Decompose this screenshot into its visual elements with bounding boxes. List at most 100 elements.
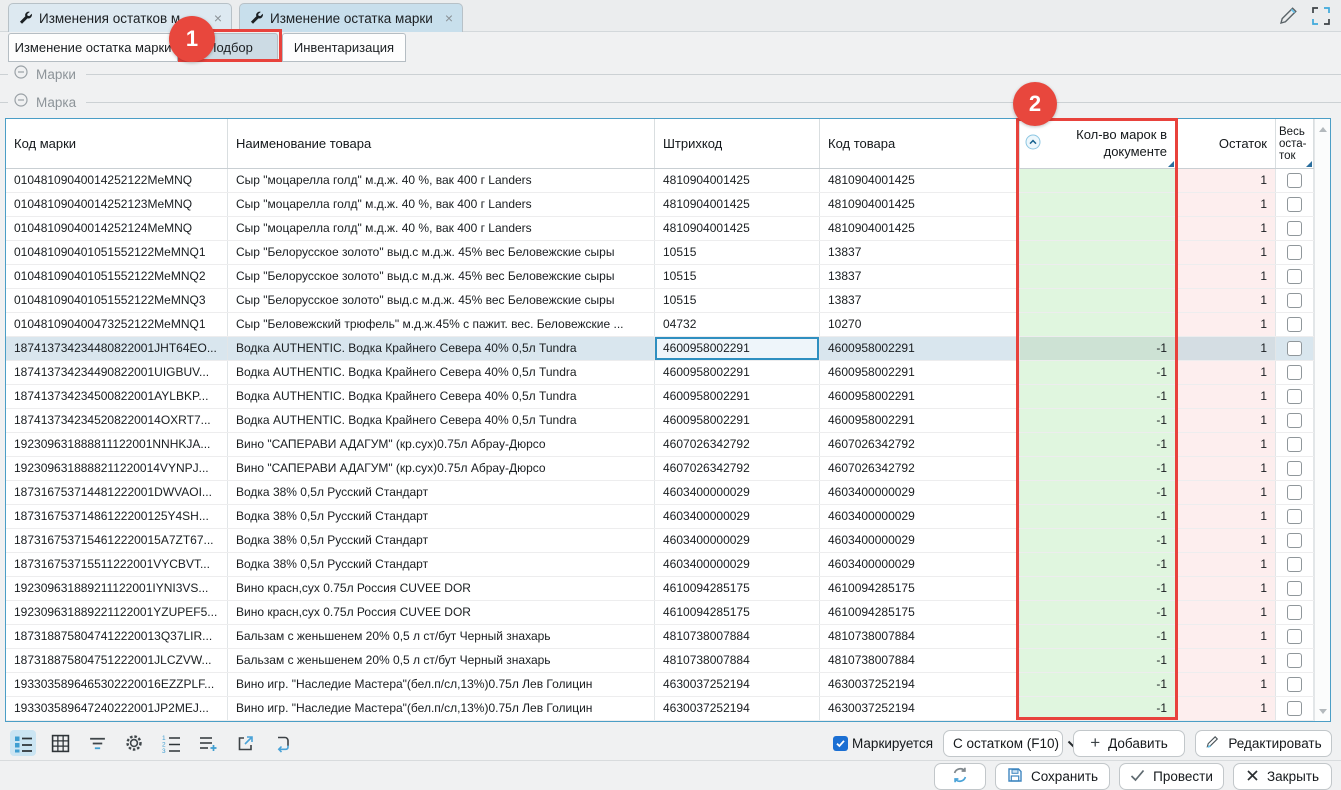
whole-balance-checkbox[interactable] <box>1287 221 1302 236</box>
cell-product-name[interactable]: Водка AUTHENTIC. Водка Крайнего Севера 4… <box>228 385 655 408</box>
cell-product-code[interactable]: 4630037252194 <box>820 673 1020 696</box>
cell-barcode[interactable]: 10515 <box>655 289 820 312</box>
cell-product-name[interactable]: Водка 38% 0,5л Русский Стандарт <box>228 505 655 528</box>
cell-product-name[interactable]: Вино "САПЕРАВИ АДАГУМ" (кр.сух)0.75л Абр… <box>228 433 655 456</box>
cell-barcode[interactable]: 10515 <box>655 265 820 288</box>
cell-mark-code[interactable]: 193303589647240222001JP2MEJ... <box>6 697 228 720</box>
cell-balance[interactable]: 1 <box>1176 577 1276 600</box>
cell-product-name[interactable]: Сыр "Белорусское золото" выд.с м.д.ж. 45… <box>228 241 655 264</box>
cell-mark-code[interactable]: 1873167537154612220015A7ZT67... <box>6 529 228 552</box>
cell-qty-in-doc[interactable]: -1 <box>1020 625 1176 648</box>
cell-product-code[interactable]: 4810738007884 <box>820 625 1020 648</box>
column-header-barcode[interactable]: Штрихкод <box>655 119 820 168</box>
cell-qty-in-doc[interactable]: -1 <box>1020 505 1176 528</box>
cell-whole-balance[interactable] <box>1276 649 1314 672</box>
cell-balance[interactable]: 1 <box>1176 625 1276 648</box>
marked-checkbox[interactable] <box>833 736 848 751</box>
table-row[interactable]: 187316753714481222001DWVAOI...Водка 38% … <box>6 481 1330 505</box>
cell-product-code[interactable]: 4603400000029 <box>820 505 1020 528</box>
close-tab-icon[interactable]: × <box>445 11 453 25</box>
vertical-scrollbar[interactable] <box>1314 119 1330 721</box>
cell-product-name[interactable]: Водка 38% 0,5л Русский Стандарт <box>228 553 655 576</box>
cell-product-code[interactable]: 4600958002291 <box>820 409 1020 432</box>
cell-balance[interactable]: 1 <box>1176 361 1276 384</box>
cell-barcode[interactable]: 4600958002291 <box>655 385 820 408</box>
whole-balance-checkbox[interactable] <box>1287 317 1302 332</box>
cell-balance[interactable]: 1 <box>1176 649 1276 672</box>
cell-product-code[interactable]: 4610094285175 <box>820 577 1020 600</box>
cell-qty-in-doc[interactable] <box>1020 265 1176 288</box>
whole-balance-checkbox[interactable] <box>1287 485 1302 500</box>
cell-mark-code[interactable]: 1933035896465302220016EZZPLF... <box>6 673 228 696</box>
cell-barcode[interactable]: 4607026342792 <box>655 433 820 456</box>
cell-mark-code[interactable]: 01048109040014252122MeMNQ <box>6 169 228 192</box>
table-row[interactable]: 01048109040014252123MeMNQСыр "моцарелла … <box>6 193 1330 217</box>
table-row[interactable]: 187413734234480822001JHT64EO...Водка AUT… <box>6 337 1330 361</box>
whole-balance-checkbox[interactable] <box>1287 701 1302 716</box>
table-row[interactable]: 1923096318888211220014VYNPJ...Вино "САПЕ… <box>6 457 1330 481</box>
cell-product-name[interactable]: Сыр "Белорусское золото" выд.с м.д.ж. 45… <box>228 265 655 288</box>
cell-mark-code[interactable]: 010481090400473252122MeMNQ1 <box>6 313 228 336</box>
cell-barcode[interactable]: 4810738007884 <box>655 649 820 672</box>
cell-barcode[interactable]: 4810904001425 <box>655 169 820 192</box>
add-button[interactable]: + Добавить <box>1073 730 1185 757</box>
cell-balance[interactable]: 1 <box>1176 481 1276 504</box>
cell-product-name[interactable]: Сыр "Беловежский трюфель" м.д.ж.45% с па… <box>228 313 655 336</box>
cell-barcode[interactable]: 4607026342792 <box>655 457 820 480</box>
cell-whole-balance[interactable] <box>1276 457 1314 480</box>
cell-product-name[interactable]: Вино игр. "Наследие Мастера"(бел.п/сл,13… <box>228 697 655 720</box>
cell-mark-code[interactable]: 187318875804751222001JLCZVW... <box>6 649 228 672</box>
cell-mark-code[interactable]: 01048109040014252124MeMNQ <box>6 217 228 240</box>
cell-mark-code[interactable]: 1923096318888211220014VYNPJ... <box>6 457 228 480</box>
cell-product-name[interactable]: Вино игр. "Наследие Мастера"(бел.п/сл,13… <box>228 673 655 696</box>
cell-product-name[interactable]: Водка 38% 0,5л Русский Стандарт <box>228 481 655 504</box>
cell-qty-in-doc[interactable] <box>1020 169 1176 192</box>
table-row[interactable]: 187318875804751222001JLCZVW...Бальзам с … <box>6 649 1330 673</box>
cell-product-code[interactable]: 4810904001425 <box>820 169 1020 192</box>
cell-mark-code[interactable]: 192309631889221122001YZUPEF5... <box>6 601 228 624</box>
cell-balance[interactable]: 1 <box>1176 673 1276 696</box>
cell-barcode[interactable]: 4810738007884 <box>655 625 820 648</box>
main-tab-izmenenie-ostatka-marki[interactable]: Изменение остатка марки × <box>239 3 463 32</box>
cell-whole-balance[interactable] <box>1276 625 1314 648</box>
cell-product-name[interactable]: Водка 38% 0,5л Русский Стандарт <box>228 529 655 552</box>
table-row[interactable]: 187316753715511222001VYCBVT...Водка 38% … <box>6 553 1330 577</box>
close-button[interactable]: Закрыть <box>1233 763 1332 790</box>
table-row[interactable]: 010481090400473252122MeMNQ1Сыр "Беловежс… <box>6 313 1330 337</box>
table-row[interactable]: 193303589647240222001JP2MEJ...Вино игр. … <box>6 697 1330 721</box>
whole-balance-checkbox[interactable] <box>1287 461 1302 476</box>
cell-whole-balance[interactable] <box>1276 313 1314 336</box>
cell-barcode[interactable]: 4630037252194 <box>655 673 820 696</box>
cell-qty-in-doc[interactable]: -1 <box>1020 361 1176 384</box>
table-row[interactable]: 18731675371486122200125Y4SH...Водка 38% … <box>6 505 1330 529</box>
list-view-icon[interactable] <box>10 730 36 756</box>
cell-barcode[interactable]: 4610094285175 <box>655 601 820 624</box>
cell-product-name[interactable]: Сыр "моцарелла голд" м.д.ж. 40 %, вак 40… <box>228 193 655 216</box>
whole-balance-checkbox[interactable] <box>1287 173 1302 188</box>
cell-barcode[interactable]: 4603400000029 <box>655 505 820 528</box>
cell-product-code[interactable]: 4810904001425 <box>820 217 1020 240</box>
whole-balance-checkbox[interactable] <box>1287 653 1302 668</box>
whole-balance-checkbox[interactable] <box>1287 629 1302 644</box>
cell-product-code[interactable]: 4810738007884 <box>820 649 1020 672</box>
cell-barcode[interactable]: 4630037252194 <box>655 697 820 720</box>
whole-balance-checkbox[interactable] <box>1287 413 1302 428</box>
whole-balance-checkbox[interactable] <box>1287 245 1302 260</box>
cell-barcode[interactable]: 4610094285175 <box>655 577 820 600</box>
cell-whole-balance[interactable] <box>1276 241 1314 264</box>
whole-balance-checkbox[interactable] <box>1287 557 1302 572</box>
cell-qty-in-doc[interactable]: -1 <box>1020 577 1176 600</box>
cell-product-code[interactable]: 4600958002291 <box>820 385 1020 408</box>
scroll-down-arrow-icon[interactable] <box>1315 703 1331 719</box>
whole-balance-checkbox[interactable] <box>1287 341 1302 356</box>
sort-ascending-icon[interactable] <box>1025 134 1041 153</box>
cell-whole-balance[interactable] <box>1276 265 1314 288</box>
cell-whole-balance[interactable] <box>1276 289 1314 312</box>
reload-icon[interactable] <box>269 730 295 756</box>
cell-mark-code[interactable]: 010481090401051552122MeMNQ2 <box>6 265 228 288</box>
cell-qty-in-doc[interactable]: -1 <box>1020 433 1176 456</box>
cell-balance[interactable]: 1 <box>1176 697 1276 720</box>
cell-qty-in-doc[interactable]: -1 <box>1020 409 1176 432</box>
cell-product-name[interactable]: Вино красн,сух 0.75л Россия CUVEE DOR <box>228 601 655 624</box>
cell-qty-in-doc[interactable]: -1 <box>1020 385 1176 408</box>
